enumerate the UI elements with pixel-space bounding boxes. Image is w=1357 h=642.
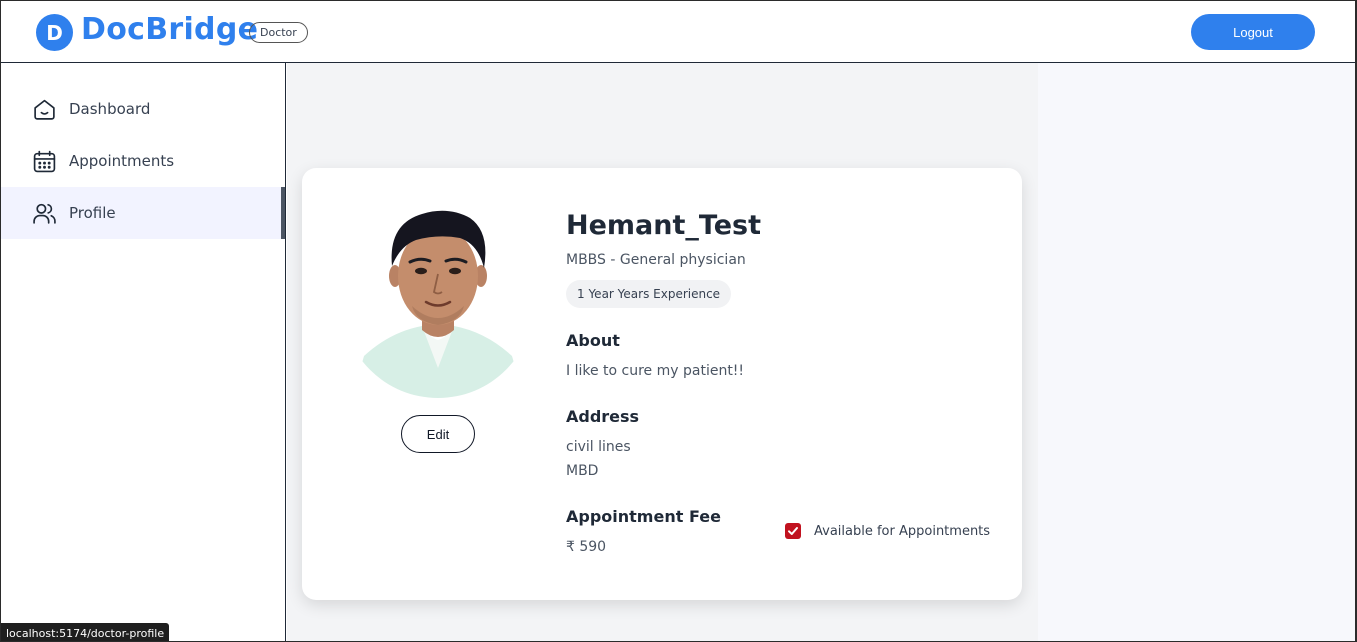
fee-value: ₹ 590: [566, 539, 607, 555]
top-navbar: D DocBridge Doctor Logout: [1, 1, 1355, 63]
edit-button[interactable]: Edit: [401, 415, 475, 453]
sidebar-item-profile[interactable]: Profile: [1, 187, 285, 239]
available-checkbox[interactable]: [785, 523, 801, 539]
address-line-1: civil lines: [566, 439, 631, 455]
people-icon: [33, 203, 56, 224]
right-empty-area: [1038, 63, 1355, 641]
sidebar-item-label: Appointments: [69, 152, 175, 170]
about-text: I like to cure my patient!!: [566, 363, 745, 379]
sidebar: Dashboard Appointments Profile: [1, 63, 286, 641]
logout-button[interactable]: Logout: [1191, 14, 1315, 50]
status-bar-url: localhost:5174/doctor-profile: [1, 623, 170, 641]
brand-name[interactable]: DocBridge: [81, 12, 258, 47]
doctor-photo: [342, 206, 534, 398]
app-window: D DocBridge Doctor Logout Dashboard Appo…: [0, 0, 1357, 642]
sidebar-item-label: Profile: [69, 204, 116, 222]
fee-heading: Appointment Fee: [566, 507, 721, 526]
availability-toggle[interactable]: Available for Appointments: [785, 523, 990, 539]
calendar-icon: [33, 150, 56, 172]
profile-card: Edit Hemant_Test MBBS - General physicia…: [302, 168, 1022, 600]
logo-icon[interactable]: D: [36, 14, 73, 51]
doctor-degree: MBBS - General physician: [566, 252, 746, 268]
experience-badge: 1 Year Years Experience: [566, 280, 732, 308]
doctor-name: Hemant_Test: [566, 210, 762, 241]
sidebar-item-appointments[interactable]: Appointments: [1, 135, 285, 187]
sidebar-item-dashboard[interactable]: Dashboard: [1, 83, 285, 135]
about-heading: About: [566, 331, 620, 350]
address-heading: Address: [566, 407, 640, 426]
sidebar-item-label: Dashboard: [69, 100, 151, 118]
home-icon: [34, 99, 55, 120]
address-line-2: MBD: [566, 463, 599, 479]
role-badge: Doctor: [249, 22, 308, 43]
available-label: Available for Appointments: [814, 523, 991, 539]
checkmark-icon: [788, 527, 798, 535]
